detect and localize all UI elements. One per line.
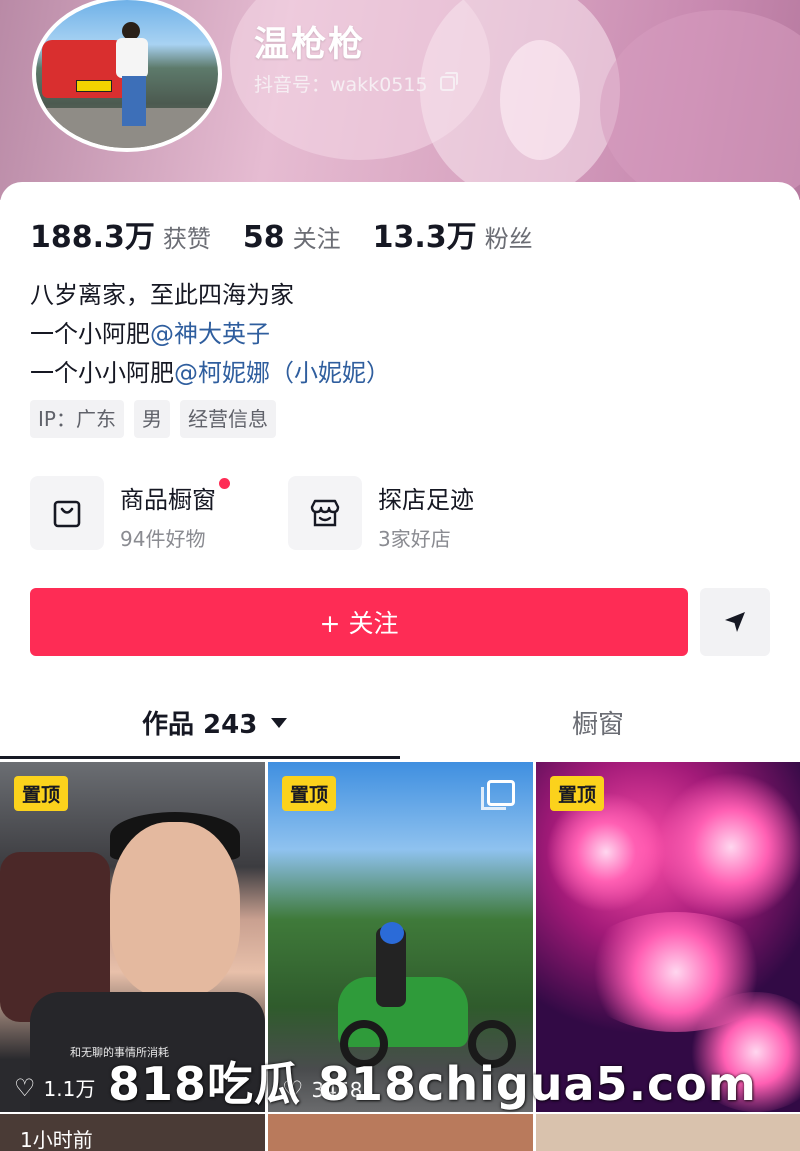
bio-line: 八岁离家，至此四海为家: [30, 281, 294, 309]
stat-value: 13.3万: [372, 220, 477, 255]
like-count: ♡ 1.1万: [14, 1073, 95, 1102]
helmet: [380, 922, 404, 944]
entry-store-visits[interactable]: 探店足迹 3家好店: [288, 476, 498, 552]
person-face: [110, 822, 240, 997]
stats-row: 188.3万 获赞 58 关注 13.3万 粉丝: [30, 212, 565, 256]
entry-subtitle: 94件好物: [120, 527, 206, 551]
profile-tags: IP：广东 男 经营信息: [30, 400, 276, 438]
multi-image-icon: [481, 780, 515, 810]
banner-decoration: [500, 40, 580, 160]
douyin-id[interactable]: 抖音号：wakk0515: [254, 70, 458, 97]
pinned-badge: 置顶: [282, 776, 337, 811]
stat-label: 粉丝: [484, 225, 533, 253]
entry-text: 探店足迹 3家好店: [378, 476, 474, 552]
bio-text: 一个小小阿肥: [30, 359, 174, 387]
bio: 八岁离家，至此四海为家 一个小阿肥@神大英子 一个小小阿肥@柯妮娜（小妮妮）: [30, 276, 390, 393]
tab-works[interactable]: 作品 243: [142, 704, 288, 741]
pinned-badge: 置顶: [550, 776, 605, 811]
follow-button[interactable]: + 关注: [30, 588, 688, 656]
shopping-bag-icon: [30, 476, 104, 550]
feature-entries: 商品橱窗 94件好物 探店足迹 3家好店: [30, 476, 498, 552]
stat-value: 188.3万: [30, 220, 155, 255]
send-icon: [725, 612, 745, 632]
share-button[interactable]: [700, 588, 770, 656]
business-info-tag[interactable]: 经营信息: [179, 400, 276, 438]
like-count-text: 1.1万: [43, 1077, 96, 1101]
heart-icon: ♡: [14, 1073, 36, 1102]
firework: [656, 772, 800, 922]
profile-card: 188.3万 获赞 58 关注 13.3万 粉丝 八岁离家，至此四海为家 一个小…: [0, 182, 800, 1151]
avatar-person: [122, 76, 146, 126]
stat-following[interactable]: 58 关注: [243, 219, 341, 255]
active-tab-indicator: [0, 756, 400, 759]
notification-dot: [219, 478, 230, 489]
bio-line: 一个小阿肥@神大英子: [30, 315, 390, 354]
entry-title: 商品橱窗: [120, 486, 216, 514]
video-thumbnail[interactable]: [536, 1114, 800, 1151]
ip-tag: IP：广东: [30, 400, 124, 438]
mention-link[interactable]: @柯妮娜（小妮妮）: [174, 359, 390, 387]
douyin-id-text: 抖音号：wakk0515: [254, 74, 428, 96]
avatar-plate: [76, 80, 112, 92]
copy-icon[interactable]: [439, 72, 458, 91]
entry-subtitle: 3家好店: [378, 527, 451, 551]
stat-value: 58: [242, 220, 285, 255]
avatar[interactable]: [32, 0, 222, 152]
profile-banner: 温枪枪 抖音号：wakk0515: [0, 0, 800, 200]
watermark: 818吃瓜 818chigua5.com: [108, 1057, 757, 1111]
bio-line: 一个小小阿肥@柯妮娜（小妮妮）: [30, 354, 390, 393]
banner-decoration: [600, 10, 800, 200]
video-thumbnail[interactable]: 1小时前: [0, 1114, 265, 1151]
gender-tag: 男: [133, 400, 170, 438]
store-icon: [288, 476, 362, 550]
tab-shop-window[interactable]: 橱窗: [572, 704, 624, 741]
avatar-person: [116, 38, 148, 78]
username: 温枪枪: [254, 25, 366, 65]
tab-label: 作品 243: [142, 710, 258, 740]
time-label: 1小时前: [20, 1128, 93, 1151]
pinned-badge: 置顶: [14, 776, 69, 811]
stat-label: 获赞: [162, 225, 211, 253]
stat-likes[interactable]: 188.3万 获赞: [30, 212, 211, 256]
content-tabs: 作品 243 橱窗: [0, 694, 800, 760]
video-thumbnail[interactable]: [268, 1114, 533, 1151]
caret-down-icon: [271, 717, 288, 728]
entry-shop-window[interactable]: 商品橱窗 94件好物: [30, 476, 240, 552]
bio-text: 一个小阿肥: [30, 320, 150, 348]
entry-title: 探店足迹: [378, 486, 474, 514]
mention-link[interactable]: @神大英子: [150, 320, 270, 348]
stat-followers[interactable]: 13.3万 粉丝: [373, 212, 533, 256]
entry-text: 商品橱窗 94件好物: [120, 476, 230, 552]
stat-label: 关注: [292, 225, 341, 253]
